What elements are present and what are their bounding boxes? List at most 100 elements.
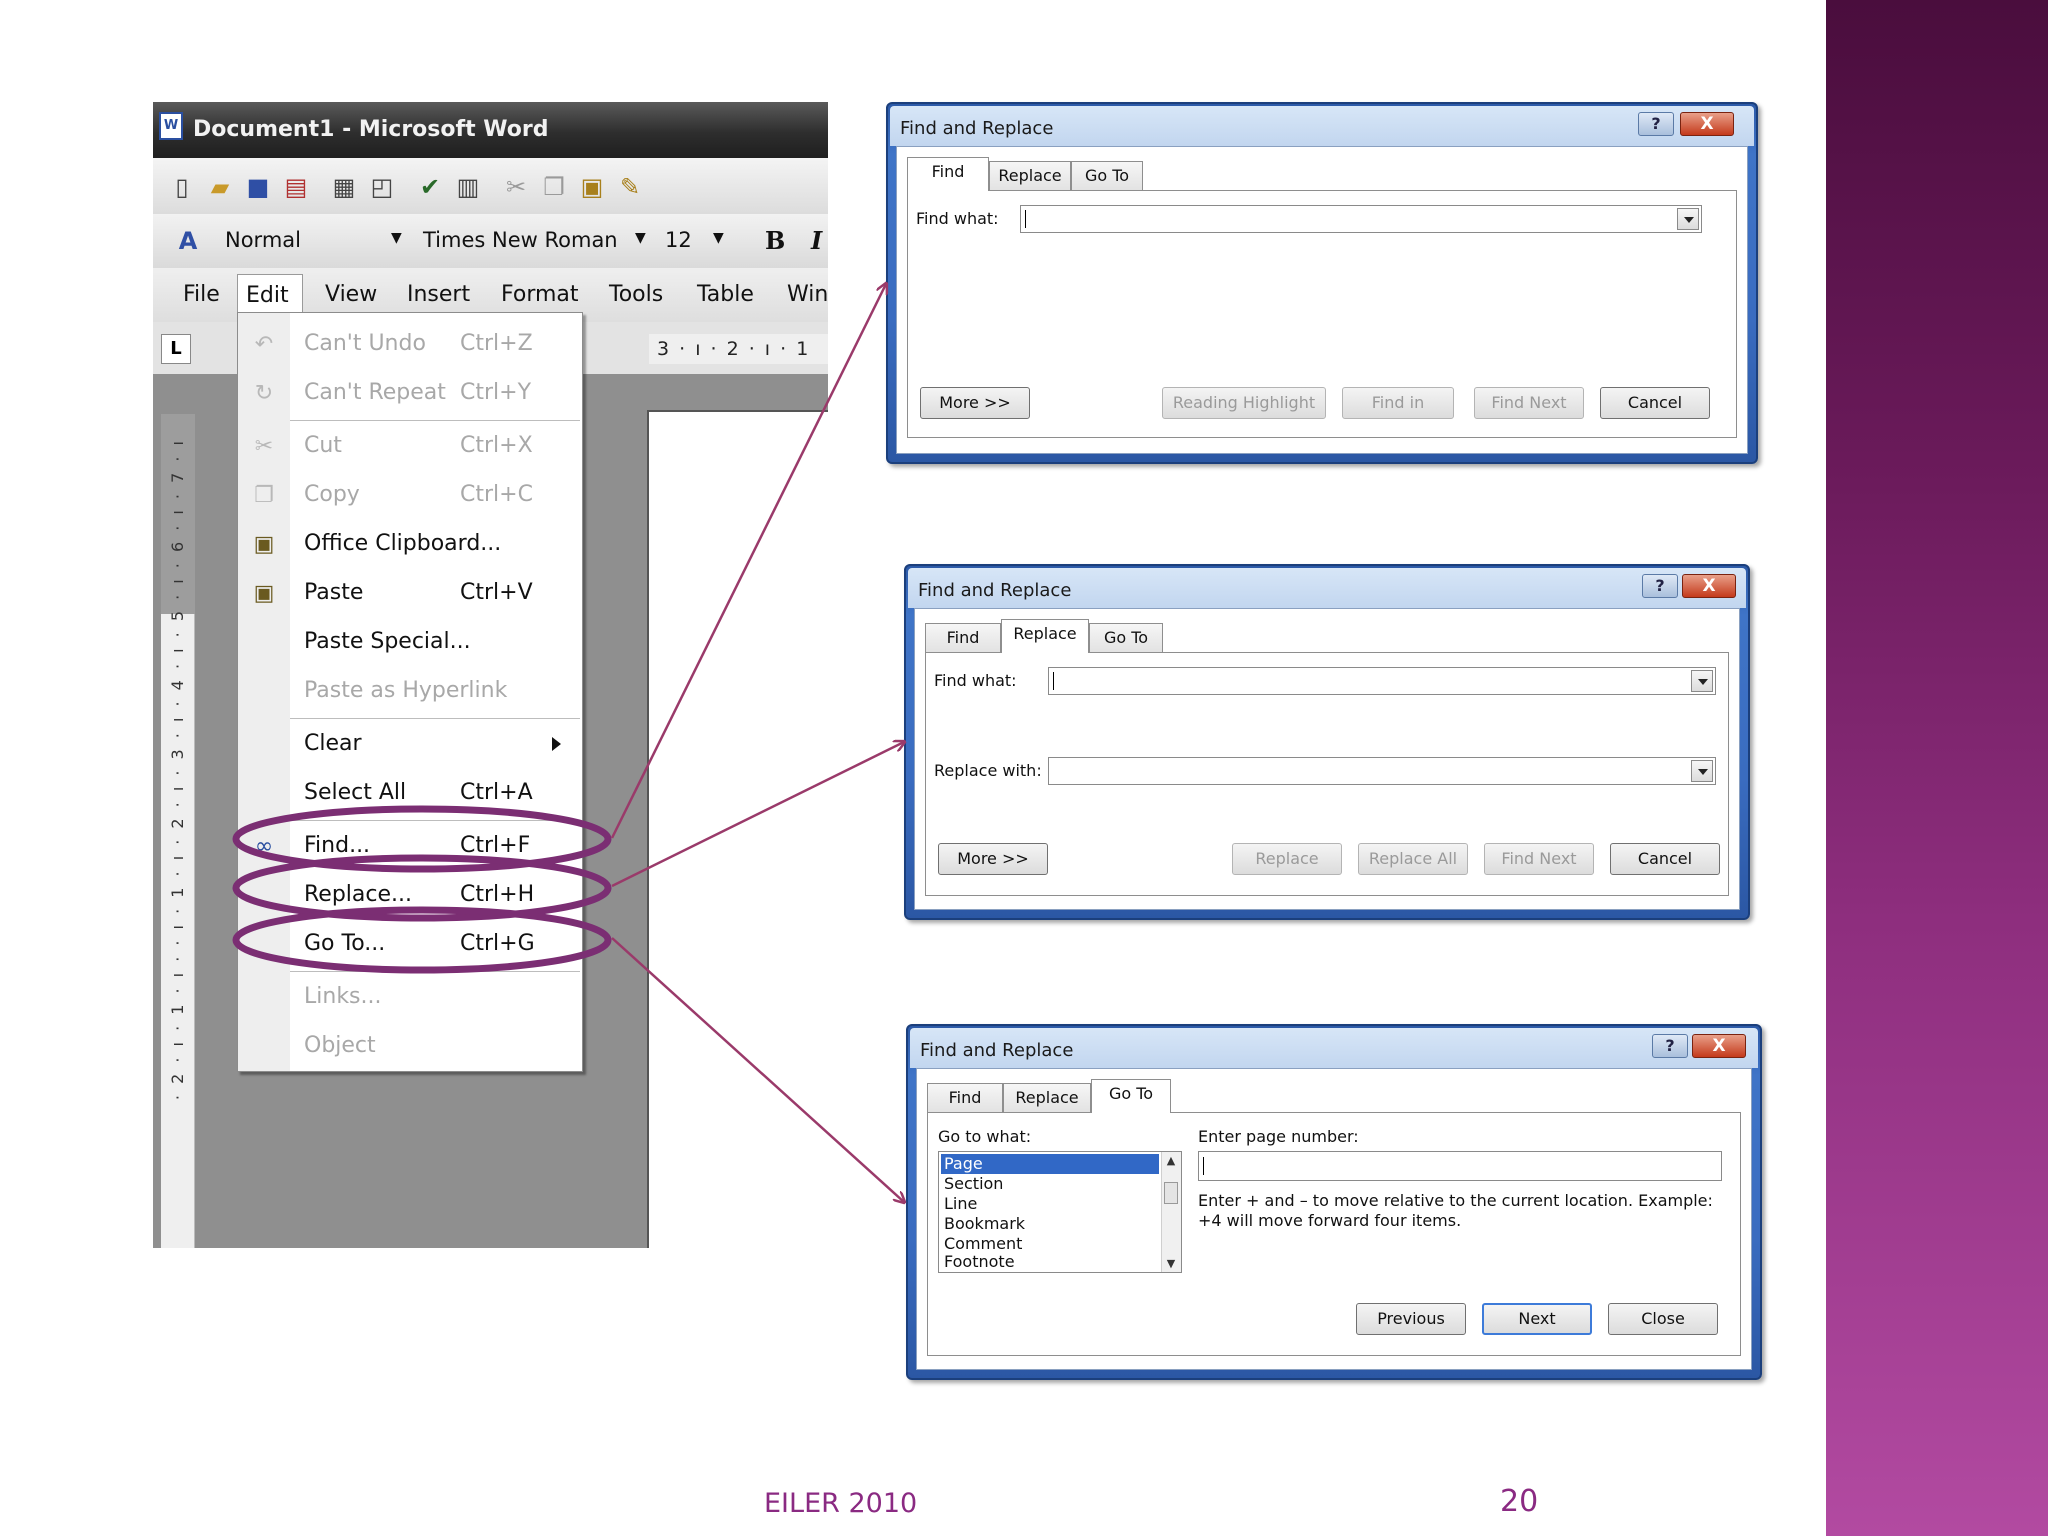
style-dropdown-icon[interactable]: ▼ <box>391 230 402 246</box>
menu-item-repeat[interactable]: ↻ Can't Repeat Ctrl+Y <box>238 372 582 416</box>
list-item[interactable]: Section <box>941 1174 1159 1194</box>
menu-view[interactable]: View <box>325 282 377 307</box>
dialog-titlebar: Find and Replace ? X <box>890 106 1754 146</box>
previous-button[interactable]: Previous <box>1356 1303 1466 1335</box>
tab-go-to[interactable]: Go To <box>1091 1079 1171 1113</box>
dropdown-arrow-icon[interactable] <box>1691 760 1713 782</box>
copy-icon[interactable]: ❐ <box>539 172 569 202</box>
find-what-input[interactable] <box>1048 667 1716 695</box>
list-item[interactable]: Footnote <box>941 1252 1159 1272</box>
close-button[interactable]: X <box>1680 112 1734 136</box>
list-item[interactable]: Page <box>941 1154 1159 1174</box>
help-button[interactable]: ? <box>1652 1034 1688 1058</box>
print-icon[interactable]: ▦ <box>329 172 359 202</box>
menu-item-cut[interactable]: ✂ Cut Ctrl+X <box>238 425 582 469</box>
vertical-ruler[interactable]: · 2 · ı · 1 · ı · · ı · 1 · ı · 2 · ı · … <box>161 414 195 1248</box>
find-next-button[interactable]: Find Next <box>1484 843 1594 875</box>
styles-icon[interactable]: A <box>173 226 203 256</box>
menu-item-shortcut: Ctrl+Z <box>460 331 533 356</box>
cut-icon[interactable]: ✂ <box>501 172 531 202</box>
menu-item-shortcut: Ctrl+C <box>460 482 533 507</box>
dialog-titlebar: Find and Replace ? X <box>908 568 1746 608</box>
menu-item-office-clipboard[interactable]: ▣ Office Clipboard... <box>238 523 582 567</box>
open-folder-icon[interactable]: ▰ <box>205 172 235 202</box>
permission-icon[interactable]: ▤ <box>281 172 311 202</box>
dropdown-arrow-icon[interactable] <box>1677 208 1699 230</box>
standard-toolbar: ▯ ▰ ■ ▤ ▦ ◰ ✔ ▥ ✂ ❐ ▣ ✎ <box>153 158 828 214</box>
menu-file[interactable]: File <box>183 282 220 307</box>
tab-replace[interactable]: Replace <box>989 161 1071 191</box>
menu-item-object[interactable]: Object <box>238 1025 582 1069</box>
dropdown-arrow-icon[interactable] <box>1691 670 1713 692</box>
horizontal-ruler[interactable]: 3 · ı · 2 · ı · 1 <box>649 334 828 364</box>
find-in-button[interactable]: Find in <box>1342 387 1454 419</box>
menu-tools[interactable]: Tools <box>609 282 663 307</box>
page-number-input[interactable] <box>1198 1151 1722 1181</box>
style-box[interactable]: Normal <box>225 228 301 252</box>
bold-button[interactable]: B <box>765 226 785 255</box>
tab-selector[interactable]: L <box>161 334 191 364</box>
close-button[interactable]: X <box>1692 1034 1746 1058</box>
scroll-thumb[interactable] <box>1164 1182 1178 1204</box>
menu-item-select-all[interactable]: Select All Ctrl+A <box>238 772 582 816</box>
replace-all-button[interactable]: Replace All <box>1358 843 1468 875</box>
menu-item-clear[interactable]: Clear <box>238 723 582 767</box>
menu-item-paste-special[interactable]: Paste Special... <box>238 621 582 665</box>
help-button[interactable]: ? <box>1638 112 1674 136</box>
menu-window[interactable]: Win <box>787 282 828 307</box>
save-icon[interactable]: ■ <box>243 172 273 202</box>
scroll-up-icon[interactable]: ▲ <box>1162 1154 1180 1167</box>
new-document-icon[interactable]: ▯ <box>167 172 197 202</box>
menu-insert[interactable]: Insert <box>407 282 470 307</box>
list-item[interactable]: Comment <box>941 1234 1159 1254</box>
size-dropdown-icon[interactable]: ▼ <box>713 230 724 246</box>
menu-item-paste[interactable]: ▣ Paste Ctrl+V <box>238 572 582 616</box>
menu-item-copy[interactable]: ❐ Copy Ctrl+C <box>238 474 582 518</box>
tab-go-to[interactable]: Go To <box>1071 161 1143 191</box>
paste-icon[interactable]: ▣ <box>577 172 607 202</box>
font-box[interactable]: Times New Roman <box>423 228 618 252</box>
tab-find[interactable]: Find <box>925 623 1001 653</box>
menu-table[interactable]: Table <box>697 282 754 307</box>
go-to-hint: Enter + and – to move relative to the cu… <box>1198 1191 1713 1230</box>
cancel-button[interactable]: Cancel <box>1600 387 1710 419</box>
format-painter-icon[interactable]: ✎ <box>615 172 645 202</box>
close-dialog-button[interactable]: Close <box>1608 1303 1718 1335</box>
help-button[interactable]: ? <box>1642 574 1678 598</box>
more-button[interactable]: More >> <box>920 387 1030 419</box>
go-to-what-list[interactable]: Page Section Line Bookmark Comment Footn… <box>938 1151 1182 1273</box>
font-dropdown-icon[interactable]: ▼ <box>635 230 646 246</box>
more-button[interactable]: More >> <box>938 843 1048 875</box>
menu-item-find[interactable]: ∞ Find... Ctrl+F <box>238 825 582 869</box>
cancel-button[interactable]: Cancel <box>1610 843 1720 875</box>
close-button[interactable]: X <box>1682 574 1736 598</box>
tab-go-to[interactable]: Go To <box>1089 623 1163 653</box>
research-icon[interactable]: ▥ <box>453 172 483 202</box>
tab-panel: Find what: Replace with: More >> Replace… <box>925 652 1729 896</box>
find-what-input[interactable] <box>1020 205 1702 233</box>
tab-find[interactable]: Find <box>907 157 989 191</box>
tab-replace[interactable]: Replace <box>1001 619 1089 653</box>
list-item[interactable]: Bookmark <box>941 1214 1159 1234</box>
spelling-icon[interactable]: ✔ <box>415 172 445 202</box>
tab-find[interactable]: Find <box>927 1083 1003 1113</box>
next-button[interactable]: Next <box>1482 1303 1592 1335</box>
replace-button[interactable]: Replace <box>1232 843 1342 875</box>
replace-with-input[interactable] <box>1048 757 1716 785</box>
menu-item-undo[interactable]: ↶ Can't Undo Ctrl+Z <box>238 323 582 367</box>
reading-highlight-button[interactable]: Reading Highlight <box>1162 387 1326 419</box>
find-next-button[interactable]: Find Next <box>1474 387 1584 419</box>
menu-item-replace[interactable]: Replace... Ctrl+H <box>238 874 582 918</box>
menu-format[interactable]: Format <box>501 282 579 307</box>
list-scrollbar[interactable]: ▲ ▼ <box>1161 1152 1181 1272</box>
scroll-down-icon[interactable]: ▼ <box>1162 1257 1180 1270</box>
tab-replace[interactable]: Replace <box>1003 1083 1091 1113</box>
document-page[interactable] <box>647 410 828 1248</box>
menu-item-links[interactable]: Links... <box>238 976 582 1020</box>
list-item[interactable]: Line <box>941 1194 1159 1214</box>
print-preview-icon[interactable]: ◰ <box>367 172 397 202</box>
menu-item-paste-hyperlink[interactable]: Paste as Hyperlink <box>238 670 582 714</box>
size-box[interactable]: 12 <box>665 228 692 252</box>
italic-button[interactable]: I <box>811 226 822 255</box>
menu-item-go-to[interactable]: Go To... Ctrl+G <box>238 923 582 967</box>
